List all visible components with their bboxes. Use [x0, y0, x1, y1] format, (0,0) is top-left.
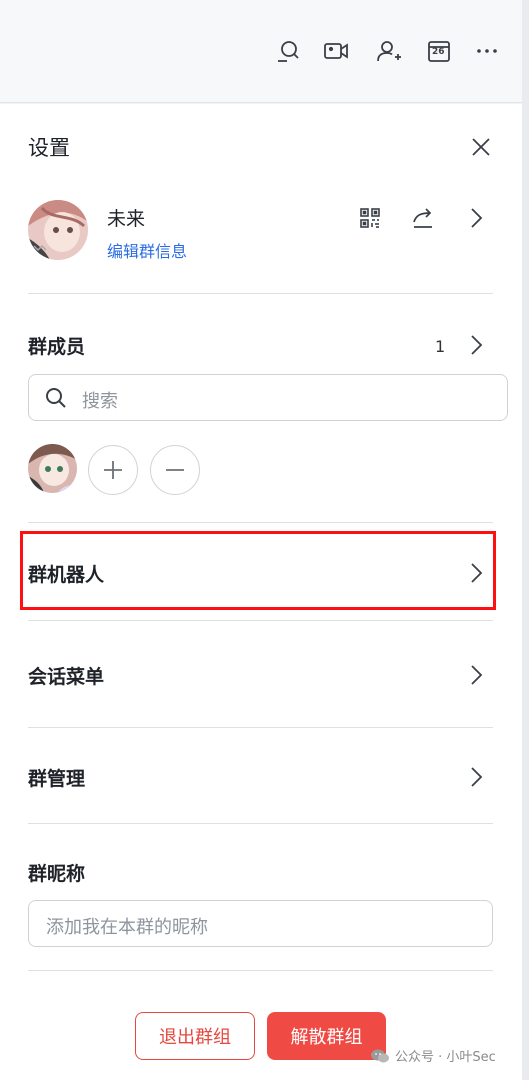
- exit-group-button[interactable]: 退出群组: [135, 1012, 255, 1060]
- highlight-box: [20, 531, 496, 610]
- edit-group-info-link[interactable]: 编辑群信息: [107, 238, 187, 262]
- video-call-icon[interactable]: [321, 36, 351, 66]
- nickname-title: 群昵称: [28, 863, 86, 885]
- watermark-text: 公众号 · 小叶Sec: [395, 1050, 496, 1065]
- calendar-day: 26: [432, 47, 445, 57]
- member-search-input[interactable]: 搜索: [28, 374, 508, 421]
- divider: [28, 823, 493, 824]
- remove-member-button[interactable]: [150, 445, 200, 495]
- panel-title: 设置: [28, 136, 70, 160]
- group-info-chevron-icon[interactable]: [461, 203, 491, 233]
- session-menu-label: 会话菜单: [28, 666, 105, 688]
- members-title: 群成员: [28, 336, 86, 358]
- group-avatar[interactable]: [28, 200, 88, 260]
- search-icon: [46, 388, 66, 408]
- calendar-icon[interactable]: 26: [424, 36, 454, 66]
- members-chevron-icon[interactable]: [462, 331, 490, 359]
- dissolve-group-button[interactable]: 解散群组: [267, 1012, 386, 1060]
- divider: [28, 522, 493, 523]
- close-icon[interactable]: [466, 132, 496, 162]
- qr-code-icon[interactable]: [355, 203, 385, 233]
- nickname-placeholder: 添加我在本群的昵称: [46, 917, 208, 938]
- search-chat-icon[interactable]: [273, 36, 303, 66]
- watermark: 公众号 · 小叶Sec: [370, 1046, 496, 1065]
- group-name: 未来: [107, 208, 146, 230]
- wechat-icon: [371, 1049, 389, 1062]
- search-placeholder: 搜索: [82, 391, 118, 412]
- top-toolbar: 26: [0, 0, 529, 103]
- divider: [28, 620, 493, 621]
- group-management-row[interactable]: [22, 736, 496, 816]
- add-member-icon[interactable]: [374, 36, 404, 66]
- divider: [28, 727, 493, 728]
- add-member-button[interactable]: [88, 445, 138, 495]
- share-icon[interactable]: [408, 203, 438, 233]
- settings-panel: 设置 未来 编辑群信息 群成员 1 搜索 群机器人 会话菜单 群管理 群昵称 添…: [0, 104, 522, 1080]
- window-edge: [522, 0, 529, 1080]
- divider: [28, 970, 493, 971]
- group-management-chevron-icon[interactable]: [462, 763, 490, 791]
- more-icon[interactable]: [472, 36, 502, 66]
- member-count: 1: [435, 337, 446, 356]
- member-avatar[interactable]: [28, 444, 77, 493]
- session-menu-chevron-icon[interactable]: [462, 661, 490, 689]
- group-nickname-input[interactable]: 添加我在本群的昵称: [28, 900, 493, 947]
- group-management-label: 群管理: [28, 768, 86, 790]
- divider: [28, 293, 493, 294]
